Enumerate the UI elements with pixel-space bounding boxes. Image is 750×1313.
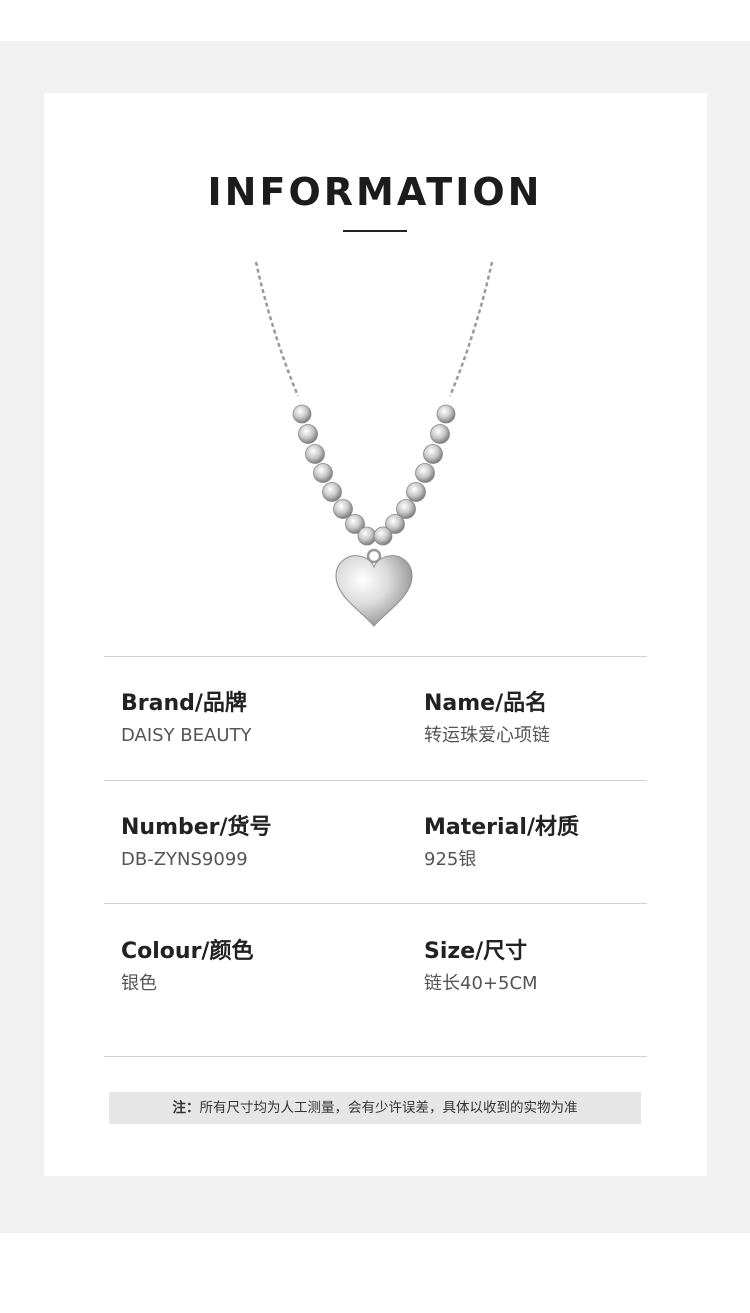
spec-label: Brand/品牌 <box>121 691 247 716</box>
spec-value: DB-ZYNS9099 <box>121 849 248 870</box>
title-underline <box>343 230 407 232</box>
note-text: 所有尺寸均为人工测量，会有少许误差，具体以收到的实物为准 <box>199 1100 578 1116</box>
spec-label: Name/品名 <box>424 691 548 716</box>
spec-name: Name/品名 转运珠爱心项链 <box>424 690 550 748</box>
spec-value: DAISY BEAUTY <box>121 725 252 746</box>
divider <box>104 780 647 781</box>
spec-value: 链长40+5CM <box>424 973 538 994</box>
spec-size: Size/尺寸 链长40+5CM <box>424 938 538 996</box>
spec-label: Material/材质 <box>424 815 579 840</box>
divider <box>104 656 647 657</box>
spec-value: 银色 <box>121 973 157 994</box>
spec-brand: Brand/品牌 DAISY BEAUTY <box>121 690 252 748</box>
spec-colour: Colour/颜色 银色 <box>121 938 253 996</box>
spec-number: Number/货号 DB-ZYNS9099 <box>121 814 272 872</box>
note-prefix: 注： <box>172 1100 200 1116</box>
spec-label: Colour/颜色 <box>121 939 254 964</box>
spec-label: Size/尺寸 <box>424 939 528 964</box>
spec-value: 925银 <box>424 849 477 870</box>
spec-value: 转运珠爱心项链 <box>424 725 550 746</box>
heart-pendant-necklace-icon <box>254 261 494 627</box>
divider <box>104 1056 647 1057</box>
divider <box>104 903 647 904</box>
spec-material: Material/材质 925银 <box>424 814 579 872</box>
page-title: INFORMATION <box>207 170 543 214</box>
spec-label: Number/货号 <box>121 815 272 840</box>
measurement-note: 注：所有尺寸均为人工测量，会有少许误差，具体以收到的实物为准 <box>109 1092 641 1124</box>
